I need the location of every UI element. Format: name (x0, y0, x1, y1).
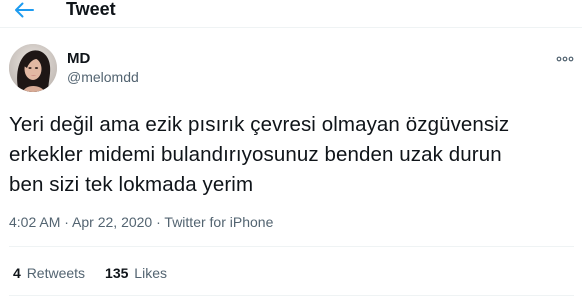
meta-separator: · (152, 214, 165, 230)
more-horizontal-icon (556, 56, 574, 62)
divider (9, 295, 574, 296)
retweets-label: Retweets (26, 265, 86, 281)
avatar[interactable] (9, 44, 57, 92)
tweet-page: Tweet MD @melomdd Yeri değil ama ezik pı… (0, 0, 582, 299)
back-button[interactable] (10, 0, 38, 22)
page-title: Tweet (66, 0, 116, 19)
author-name[interactable]: MD (67, 50, 90, 68)
divider (9, 246, 574, 247)
arrow-left-icon (15, 2, 34, 18)
meta-separator: · (60, 214, 73, 230)
retweets-stat[interactable]: 4 Retweets (13, 265, 85, 282)
top-bar: Tweet (0, 0, 582, 28)
likes-count: 135 (105, 265, 129, 281)
tweet-text-line: Yeri değil ama ezik pısırık çevresi olma… (9, 113, 510, 136)
tweet-date[interactable]: Apr 22, 2020 (72, 214, 152, 230)
tweet-source[interactable]: Twitter for iPhone (164, 214, 273, 230)
author-handle[interactable]: @melomdd (67, 69, 139, 86)
profile-photo (9, 44, 57, 92)
retweets-count: 4 (13, 265, 21, 281)
tweet-text-line: ben sizi tek lokmada yerim (9, 173, 254, 196)
tweet-meta: 4:02 AM · Apr 22, 2020 · Twitter for iPh… (9, 214, 273, 231)
tweet-text: Yeri değil ama ezik pısırık çevresi olma… (9, 110, 574, 200)
tweet-stats: 4 Retweets 135 Likes (13, 265, 167, 282)
likes-stat[interactable]: 135 Likes (105, 265, 167, 282)
more-button[interactable] (555, 52, 575, 66)
likes-label: Likes (134, 265, 167, 281)
tweet-time[interactable]: 4:02 AM (9, 214, 60, 230)
tweet-text-line: erkekler midemi bulandırıyosunuz benden … (9, 143, 502, 166)
